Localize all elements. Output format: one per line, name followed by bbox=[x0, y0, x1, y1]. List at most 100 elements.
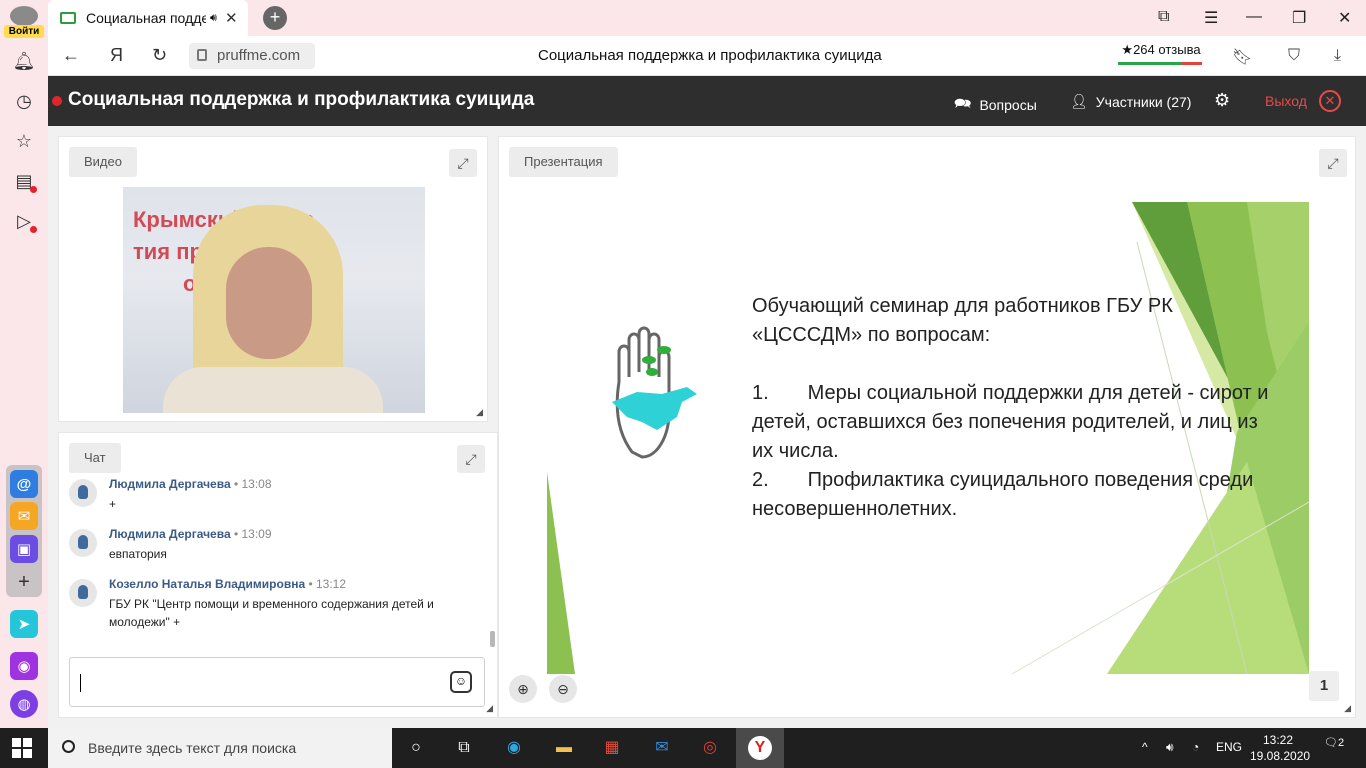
clock-date: 19.08.2020 bbox=[1250, 749, 1311, 763]
mail-icon[interactable]: ✉ bbox=[650, 736, 674, 760]
emoji-icon[interactable]: ☺ bbox=[450, 671, 472, 693]
tray-chevron-icon[interactable]: ^ bbox=[1142, 740, 1148, 754]
notification-dot bbox=[30, 226, 37, 233]
resize-handle-icon[interactable]: ◢ bbox=[486, 703, 493, 714]
lock-icon[interactable] bbox=[197, 49, 207, 61]
chat-input[interactable]: ☺ bbox=[69, 657, 485, 707]
slide-item-1-number: 1. bbox=[752, 382, 769, 404]
user-avatar-icon bbox=[69, 479, 97, 507]
questions-button[interactable]: 🗪︎ Вопросы bbox=[954, 93, 1037, 117]
participants-button[interactable]: 👤︎ Участники (27) bbox=[1070, 93, 1191, 110]
browser-sidebar: Войти 🔔︎ ◷ ☆ ▤ ▷ @ ✉ ▣ + ➤ ◉ ◍ bbox=[0, 0, 48, 728]
screen: Войти 🔔︎ ◷ ☆ ▤ ▷ @ ✉ ▣ + ➤ ◉ ◍ Социальна… bbox=[0, 0, 1366, 768]
message-author[interactable]: Людмила Дергачева bbox=[109, 477, 231, 491]
settings-gear-icon[interactable]: ⚙ bbox=[1214, 90, 1230, 111]
mail-envelope-icon[interactable]: ✉ bbox=[10, 502, 38, 530]
message-time: • 13:08 bbox=[233, 477, 272, 491]
slide-line-1: Обучающий семинар для работников ГБУ РК bbox=[752, 295, 1173, 317]
back-icon[interactable]: ← bbox=[62, 45, 80, 66]
close-window-icon[interactable]: ✕ bbox=[1338, 8, 1351, 28]
message-header: Людмила Дергачева • 13:09 bbox=[109, 527, 272, 541]
resize-handle-icon[interactable]: ◢ bbox=[476, 407, 483, 418]
yandex-icon[interactable]: Я bbox=[110, 45, 123, 66]
reviews-badge[interactable]: ★264 отзыва bbox=[1118, 42, 1204, 65]
presentation-panel: Презентация ⤢ Обучающий семинар для рабо… bbox=[498, 136, 1356, 718]
text-caret bbox=[80, 674, 81, 692]
clock[interactable]: 13:22 19.08.2020 bbox=[1250, 732, 1311, 764]
reviews-bar bbox=[1118, 62, 1202, 65]
cortana-icon[interactable]: ○ bbox=[404, 736, 428, 760]
new-tab-button[interactable]: + bbox=[263, 6, 287, 30]
alice-icon[interactable]: ◉ bbox=[10, 652, 38, 680]
webcam-video[interactable]: Крымский центр тия про альног об bbox=[123, 187, 425, 413]
minimize-icon[interactable]: — bbox=[1246, 8, 1262, 26]
reload-icon[interactable]: ↻ bbox=[152, 45, 167, 66]
task-view-icon[interactable]: ⧉ bbox=[452, 736, 476, 760]
user-avatar-icon bbox=[69, 529, 97, 557]
reviews-text: ★264 отзыва bbox=[1121, 42, 1201, 57]
history-icon[interactable]: ◷ bbox=[10, 87, 38, 115]
chat-scrollbar[interactable] bbox=[490, 631, 495, 647]
windows-start-icon[interactable] bbox=[12, 738, 32, 758]
language-indicator[interactable]: ENG bbox=[1216, 740, 1242, 754]
send-icon[interactable]: ➤ bbox=[10, 610, 38, 638]
expand-presentation-icon[interactable]: ⤢ bbox=[1319, 149, 1347, 177]
exit-icon: ✕ bbox=[1318, 90, 1341, 112]
edge-icon[interactable]: ◉ bbox=[502, 736, 526, 760]
yandex-browser-taskbar[interactable]: Y bbox=[736, 728, 784, 768]
clock-time: 13:22 bbox=[1262, 733, 1294, 747]
volume-icon[interactable]: 🔊︎ bbox=[1166, 740, 1174, 755]
protect-icon[interactable]: ⛉ bbox=[1288, 47, 1300, 65]
assistant-icon[interactable]: ◍ bbox=[10, 690, 38, 718]
restore-icon[interactable]: ❐ bbox=[1292, 8, 1306, 28]
message-text: евпатория bbox=[109, 547, 167, 561]
expand-chat-icon[interactable]: ⤢ bbox=[457, 445, 485, 473]
message-header: Козелло Наталья Владимировна • 13:12 bbox=[109, 577, 346, 591]
file-explorer-icon[interactable]: ▬ bbox=[552, 736, 576, 760]
bell-icon[interactable]: 🔔︎ bbox=[10, 47, 38, 75]
network-icon[interactable]: ◔ bbox=[1192, 740, 1199, 754]
notifications-icon[interactable]: 🗨︎2 bbox=[1324, 736, 1348, 760]
expand-video-icon[interactable]: ⤢ bbox=[449, 149, 477, 177]
bookmarks-window-icon[interactable]: ⧉ bbox=[1158, 8, 1169, 26]
messenger-icon[interactable]: ▣ bbox=[10, 535, 38, 563]
url-text: pruffme.com bbox=[217, 47, 301, 64]
zoom-in-icon[interactable]: ⊕ bbox=[509, 675, 537, 703]
sound-icon[interactable]: 🔊︎ bbox=[210, 12, 217, 25]
exit-button[interactable]: Выход ✕ bbox=[1265, 90, 1341, 112]
star-icon[interactable]: ☆ bbox=[10, 127, 38, 155]
questions-label: Вопросы bbox=[979, 97, 1037, 113]
page-number: 1 bbox=[1309, 671, 1339, 701]
store-icon[interactable]: ▦ bbox=[600, 736, 624, 760]
message-author[interactable]: Козелло Наталья Владимировна bbox=[109, 577, 305, 591]
video-panel-label: Видео bbox=[69, 147, 137, 177]
add-app-icon[interactable]: + bbox=[10, 568, 38, 596]
notification-count: 2 bbox=[1337, 737, 1345, 749]
bookmark-icon[interactable]: 🔖︎ bbox=[1232, 47, 1252, 67]
url-field[interactable]: pruffme.com bbox=[189, 43, 315, 69]
message-author[interactable]: Людмила Дергачева bbox=[109, 527, 231, 541]
slide-item-1: 1. Меры социальной поддержки для детей -… bbox=[752, 379, 1272, 466]
login-button[interactable]: Войти bbox=[4, 25, 44, 38]
slide-item-1-text: Меры социальной поддержки для детей - си… bbox=[752, 382, 1269, 462]
active-tab[interactable]: Социальная поддер 🔊︎ ✕ bbox=[48, 0, 248, 36]
slide-text: Обучающий семинар для работников ГБУ РК … bbox=[752, 292, 1272, 524]
chat-panel-label: Чат bbox=[69, 443, 121, 473]
video-panel: Видео ⤢ Крымский центр тия про альног об… bbox=[58, 136, 488, 422]
mail-at-icon[interactable]: @ bbox=[10, 470, 38, 498]
menu-icon[interactable]: ☰ bbox=[1204, 8, 1218, 28]
close-tab-icon[interactable]: ✕ bbox=[225, 9, 238, 27]
download-icon[interactable]: ⤓ bbox=[1334, 47, 1341, 65]
chrome-icon[interactable]: ◎ bbox=[698, 736, 722, 760]
taskbar: Введите здесь текст для поиска ○ ⧉ ◉ ▬ ▦… bbox=[0, 728, 1366, 768]
taskbar-search[interactable]: Введите здесь текст для поиска bbox=[48, 728, 392, 768]
tab-bar: Социальная поддер 🔊︎ ✕ + ⧉ ☰ — ❐ ✕ bbox=[48, 0, 1366, 36]
user-icon: 👤︎ bbox=[1070, 93, 1088, 109]
slide-item-2-number: 2. bbox=[752, 469, 769, 491]
resize-handle-icon[interactable]: ◢ bbox=[1344, 703, 1351, 714]
zoom-out-icon[interactable]: ⊖ bbox=[549, 675, 577, 703]
profile-avatar[interactable] bbox=[10, 6, 38, 26]
participants-label: Участники (27) bbox=[1095, 93, 1192, 110]
slide-item-2: 2. Профилактика суицидального поведения … bbox=[752, 466, 1272, 524]
message-text: + bbox=[109, 497, 117, 511]
